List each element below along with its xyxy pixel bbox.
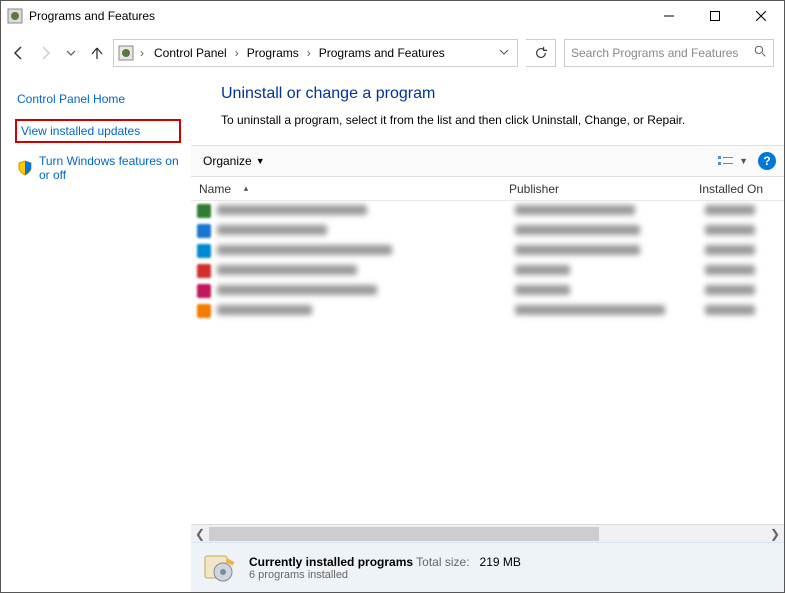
- status-text: Currently installed programs Total size:…: [249, 555, 521, 581]
- chevron-right-icon: ›: [233, 46, 241, 60]
- status-totalsize-value: 219 MB: [480, 555, 521, 569]
- organize-label: Organize: [203, 154, 252, 168]
- address-icon: [118, 45, 134, 61]
- status-bar: Currently installed programs Total size:…: [191, 542, 784, 592]
- sort-ascending-icon: ▴: [244, 183, 249, 194]
- main-pane: Uninstall or change a program To uninsta…: [191, 71, 784, 592]
- chevron-right-icon[interactable]: ›: [138, 46, 146, 60]
- chevron-down-icon: ▼: [256, 156, 265, 166]
- back-button[interactable]: [11, 45, 27, 61]
- breadcrumb-item[interactable]: Programs and Features: [315, 42, 449, 64]
- status-totalsize-label: Total size:: [416, 555, 469, 569]
- help-button[interactable]: ?: [758, 152, 776, 170]
- column-header-installed[interactable]: Installed On: [691, 182, 784, 196]
- control-panel-home-link[interactable]: Control Panel Home: [15, 89, 181, 109]
- recent-locations-button[interactable]: [63, 45, 79, 61]
- refresh-button[interactable]: [526, 39, 556, 67]
- column-headers: Name ▴ Publisher Installed On: [191, 177, 784, 201]
- breadcrumb-item[interactable]: Programs: [243, 42, 303, 64]
- forward-button[interactable]: [37, 45, 53, 61]
- column-header-name[interactable]: Name ▴: [191, 182, 501, 196]
- window-title: Programs and Features: [29, 9, 646, 23]
- shield-icon: [17, 160, 33, 176]
- scroll-thumb[interactable]: [209, 527, 599, 541]
- program-icon: [197, 284, 211, 298]
- list-item[interactable]: [191, 301, 784, 321]
- search-input[interactable]: [571, 46, 754, 60]
- view-options-button[interactable]: ▼: [717, 154, 748, 168]
- minimize-button[interactable]: [646, 1, 692, 31]
- column-header-name-label: Name: [199, 182, 231, 196]
- program-icon: [197, 244, 211, 258]
- program-list[interactable]: [191, 201, 784, 524]
- page-heading: Uninstall or change a program: [191, 85, 784, 103]
- program-icon: [197, 204, 211, 218]
- sidebar: Control Panel Home View installed update…: [1, 71, 191, 592]
- turn-windows-features-link[interactable]: Turn Windows features on or off: [15, 151, 181, 185]
- close-button[interactable]: [738, 1, 784, 31]
- turn-windows-features-label: Turn Windows features on or off: [39, 154, 179, 182]
- organize-button[interactable]: Organize ▼: [199, 152, 269, 170]
- breadcrumb-item[interactable]: Control Panel: [150, 42, 231, 64]
- address-bar[interactable]: › Control Panel › Programs › Programs an…: [113, 39, 518, 67]
- list-item[interactable]: [191, 201, 784, 221]
- page-subtext: To uninstall a program, select it from t…: [191, 103, 784, 145]
- search-box[interactable]: [564, 39, 774, 67]
- program-icon: [197, 304, 211, 318]
- list-item[interactable]: [191, 221, 784, 241]
- status-title: Currently installed programs: [249, 555, 413, 569]
- breadcrumb: Control Panel › Programs › Programs and …: [150, 42, 491, 64]
- address-dropdown-button[interactable]: [495, 46, 513, 60]
- app-icon: [7, 8, 23, 24]
- list-item[interactable]: [191, 241, 784, 261]
- column-header-publisher[interactable]: Publisher: [501, 182, 691, 196]
- title-bar: Programs and Features: [1, 1, 784, 31]
- programs-icon: [201, 550, 237, 586]
- scroll-track[interactable]: [209, 525, 766, 542]
- scroll-left-button[interactable]: ❮: [191, 527, 209, 541]
- horizontal-scrollbar[interactable]: ❮ ❯: [191, 524, 784, 542]
- list-item[interactable]: [191, 281, 784, 301]
- nav-bar: › Control Panel › Programs › Programs an…: [1, 35, 784, 71]
- program-icon: [197, 264, 211, 278]
- up-button[interactable]: [89, 45, 105, 61]
- chevron-down-icon: ▼: [739, 156, 748, 166]
- toolbar: Organize ▼ ▼ ?: [191, 145, 784, 177]
- scroll-right-button[interactable]: ❯: [766, 527, 784, 541]
- maximize-button[interactable]: [692, 1, 738, 31]
- list-item[interactable]: [191, 261, 784, 281]
- status-count: 6 programs installed: [249, 569, 521, 581]
- view-installed-updates-link[interactable]: View installed updates: [15, 119, 181, 143]
- chevron-right-icon: ›: [305, 46, 313, 60]
- search-icon[interactable]: [754, 45, 767, 61]
- program-icon: [197, 224, 211, 238]
- window-buttons: [646, 1, 784, 31]
